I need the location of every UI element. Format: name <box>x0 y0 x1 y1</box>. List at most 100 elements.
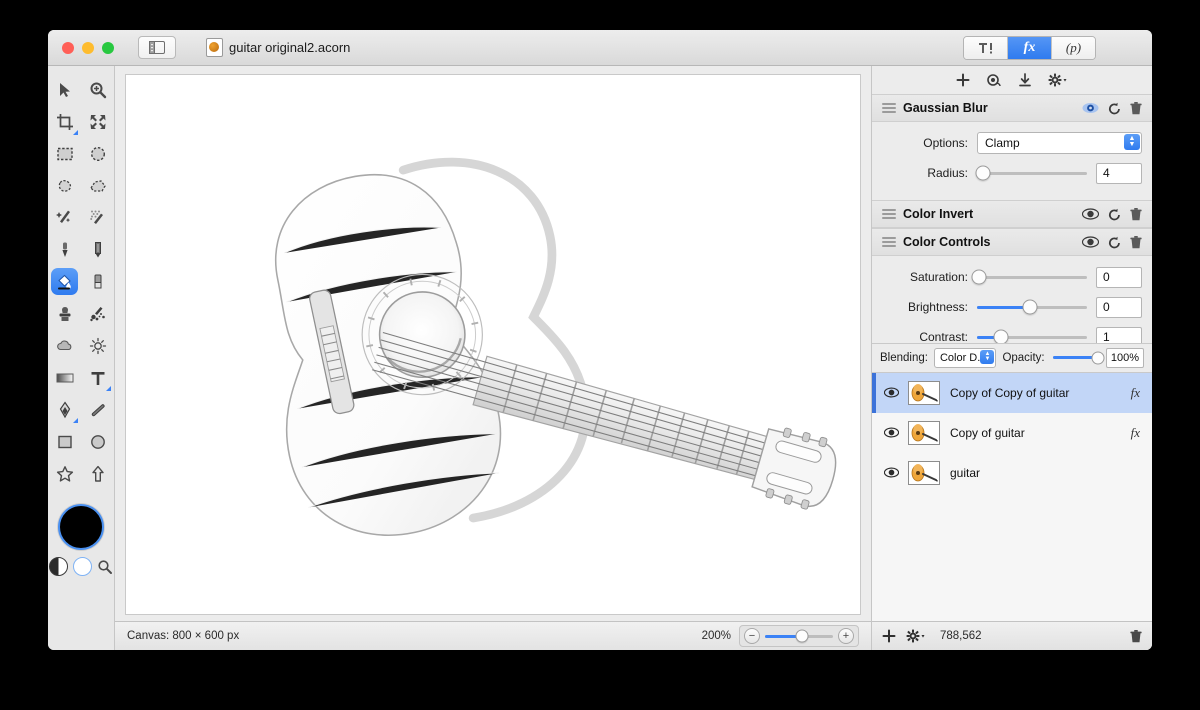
dodge-tool[interactable] <box>81 330 114 362</box>
stepper-icon[interactable]: ▲ ▼ <box>1124 134 1140 150</box>
contrast-value-field[interactable]: 1 <box>1096 326 1142 343</box>
blur-tool[interactable] <box>48 330 81 362</box>
zoom-in-button[interactable]: + <box>838 628 854 644</box>
transform-tool[interactable] <box>81 106 114 138</box>
drag-handle-icon[interactable] <box>882 103 896 113</box>
blending-mode-popup[interactable]: Color D... ▲ ▼ <box>933 347 997 368</box>
background-color-well[interactable] <box>73 557 92 576</box>
eye-icon[interactable] <box>884 467 899 478</box>
eye-icon[interactable] <box>1082 102 1099 114</box>
pencil-tool[interactable] <box>81 234 114 266</box>
instant-alpha-tool[interactable] <box>81 202 114 234</box>
drag-handle-icon[interactable] <box>882 237 896 247</box>
zoom-button[interactable] <box>102 41 114 54</box>
saturation-slider-thumb[interactable] <box>971 269 987 285</box>
rect-select-tool[interactable] <box>48 138 81 170</box>
radius-slider-thumb[interactable] <box>975 165 990 181</box>
layer-row[interactable]: guitar <box>872 453 1152 493</box>
text-tool[interactable] <box>81 362 114 394</box>
download-icon[interactable] <box>1018 73 1032 87</box>
reset-icon[interactable] <box>1108 102 1121 115</box>
options-popup[interactable]: Clamp ▲ ▼ <box>977 132 1142 154</box>
minimize-button[interactable] <box>82 41 94 54</box>
add-filter-icon[interactable] <box>956 73 970 87</box>
layer-fx-badge[interactable]: fx <box>1131 385 1140 401</box>
tool-submenu-indicator[interactable] <box>106 386 111 391</box>
brightness-value-field[interactable]: 0 <box>1096 296 1142 318</box>
brightness-slider-thumb[interactable] <box>1022 299 1038 315</box>
lasso-tool[interactable] <box>48 170 81 202</box>
tool-submenu-indicator[interactable] <box>73 418 78 423</box>
eye-icon[interactable] <box>1082 208 1099 220</box>
ellipse-shape-tool[interactable] <box>81 426 114 458</box>
image-canvas[interactable] <box>125 74 861 615</box>
eraser-tool[interactable] <box>81 266 114 298</box>
trash-icon[interactable] <box>1130 101 1142 115</box>
layer-gear-menu-icon[interactable] <box>906 629 926 643</box>
reset-icon[interactable] <box>1108 208 1121 221</box>
arrow-shape-tool[interactable] <box>81 458 114 490</box>
move-tool[interactable] <box>48 74 81 106</box>
saturation-slider[interactable] <box>971 268 1087 286</box>
layer-row[interactable]: Copy of guitar fx <box>872 413 1152 453</box>
layer-row[interactable]: Copy of Copy of guitar fx <box>872 372 1152 413</box>
zoom-out-button[interactable]: − <box>744 628 760 644</box>
saturation-slider-track[interactable] <box>971 269 1087 285</box>
foreground-color-well[interactable] <box>58 504 104 550</box>
trash-icon[interactable] <box>1130 629 1142 643</box>
sidebar-toggle-button[interactable] <box>138 36 176 59</box>
layer-fx-badge[interactable]: fx <box>1131 425 1140 441</box>
trash-icon[interactable] <box>1130 207 1142 221</box>
filter-header-color-controls[interactable]: Color Controls <box>872 228 1152 256</box>
gradient-tool[interactable] <box>48 362 81 394</box>
add-layer-icon[interactable] <box>882 629 896 643</box>
tab-tools[interactable] <box>964 37 1008 59</box>
eye-icon[interactable] <box>884 427 899 438</box>
opacity-value-field[interactable]: 100% <box>1106 347 1144 368</box>
radius-value-field[interactable]: 4 <box>1096 162 1142 184</box>
zoom-slider-track[interactable] <box>765 629 833 643</box>
ellipse-select-tool[interactable] <box>81 138 114 170</box>
contrast-slider-thumb[interactable] <box>993 329 1009 343</box>
tab-filters[interactable]: fx <box>1008 37 1052 59</box>
swap-colors-icon[interactable] <box>49 557 68 576</box>
zoom-slider-thumb[interactable] <box>795 629 809 643</box>
smudge-tool[interactable] <box>81 298 114 330</box>
brightness-slider-track[interactable] <box>977 299 1087 315</box>
pen-tool[interactable] <box>48 394 81 426</box>
opacity-slider-track[interactable] <box>1052 351 1105 364</box>
rectangle-shape-tool[interactable] <box>48 426 81 458</box>
filter-header-gaussian-blur[interactable]: Gaussian Blur <box>872 94 1152 122</box>
radius-slider-track[interactable] <box>975 165 1087 181</box>
line-tool[interactable] <box>81 394 114 426</box>
close-button[interactable] <box>62 41 74 54</box>
brightness-slider[interactable] <box>977 298 1087 316</box>
eye-icon[interactable] <box>1082 236 1099 248</box>
contrast-slider-track[interactable] <box>977 329 1087 343</box>
opacity-slider-thumb[interactable] <box>1091 351 1105 364</box>
magic-wand-tool[interactable] <box>48 202 81 234</box>
crop-tool[interactable] <box>48 106 81 138</box>
trash-icon[interactable] <box>1130 235 1142 249</box>
zoom-slider-control[interactable]: − + <box>739 625 859 647</box>
drag-handle-icon[interactable] <box>882 209 896 219</box>
preset-icon[interactable] <box>986 73 1002 87</box>
filter-header-color-invert[interactable]: Color Invert <box>872 200 1152 228</box>
radius-slider[interactable] <box>975 164 1087 182</box>
eyedropper-tool[interactable] <box>48 234 81 266</box>
contrast-slider[interactable] <box>977 328 1087 343</box>
stepper-icon[interactable]: ▲ ▼ <box>980 349 995 364</box>
tool-submenu-indicator[interactable] <box>73 130 78 135</box>
saturation-value-field[interactable]: 0 <box>1096 266 1142 288</box>
tab-palette[interactable]: (p) <box>1052 37 1095 59</box>
star-shape-tool[interactable] <box>48 458 81 490</box>
polygon-lasso-tool[interactable] <box>81 170 114 202</box>
zoom-tool[interactable] <box>81 74 114 106</box>
reset-icon[interactable] <box>1108 236 1121 249</box>
clone-stamp-tool[interactable] <box>48 298 81 330</box>
gear-menu-icon[interactable] <box>1048 73 1068 87</box>
square-icon <box>57 435 72 449</box>
eye-icon[interactable] <box>884 387 899 398</box>
loupe-icon[interactable] <box>97 559 113 575</box>
paint-bucket-tool[interactable] <box>48 266 81 298</box>
